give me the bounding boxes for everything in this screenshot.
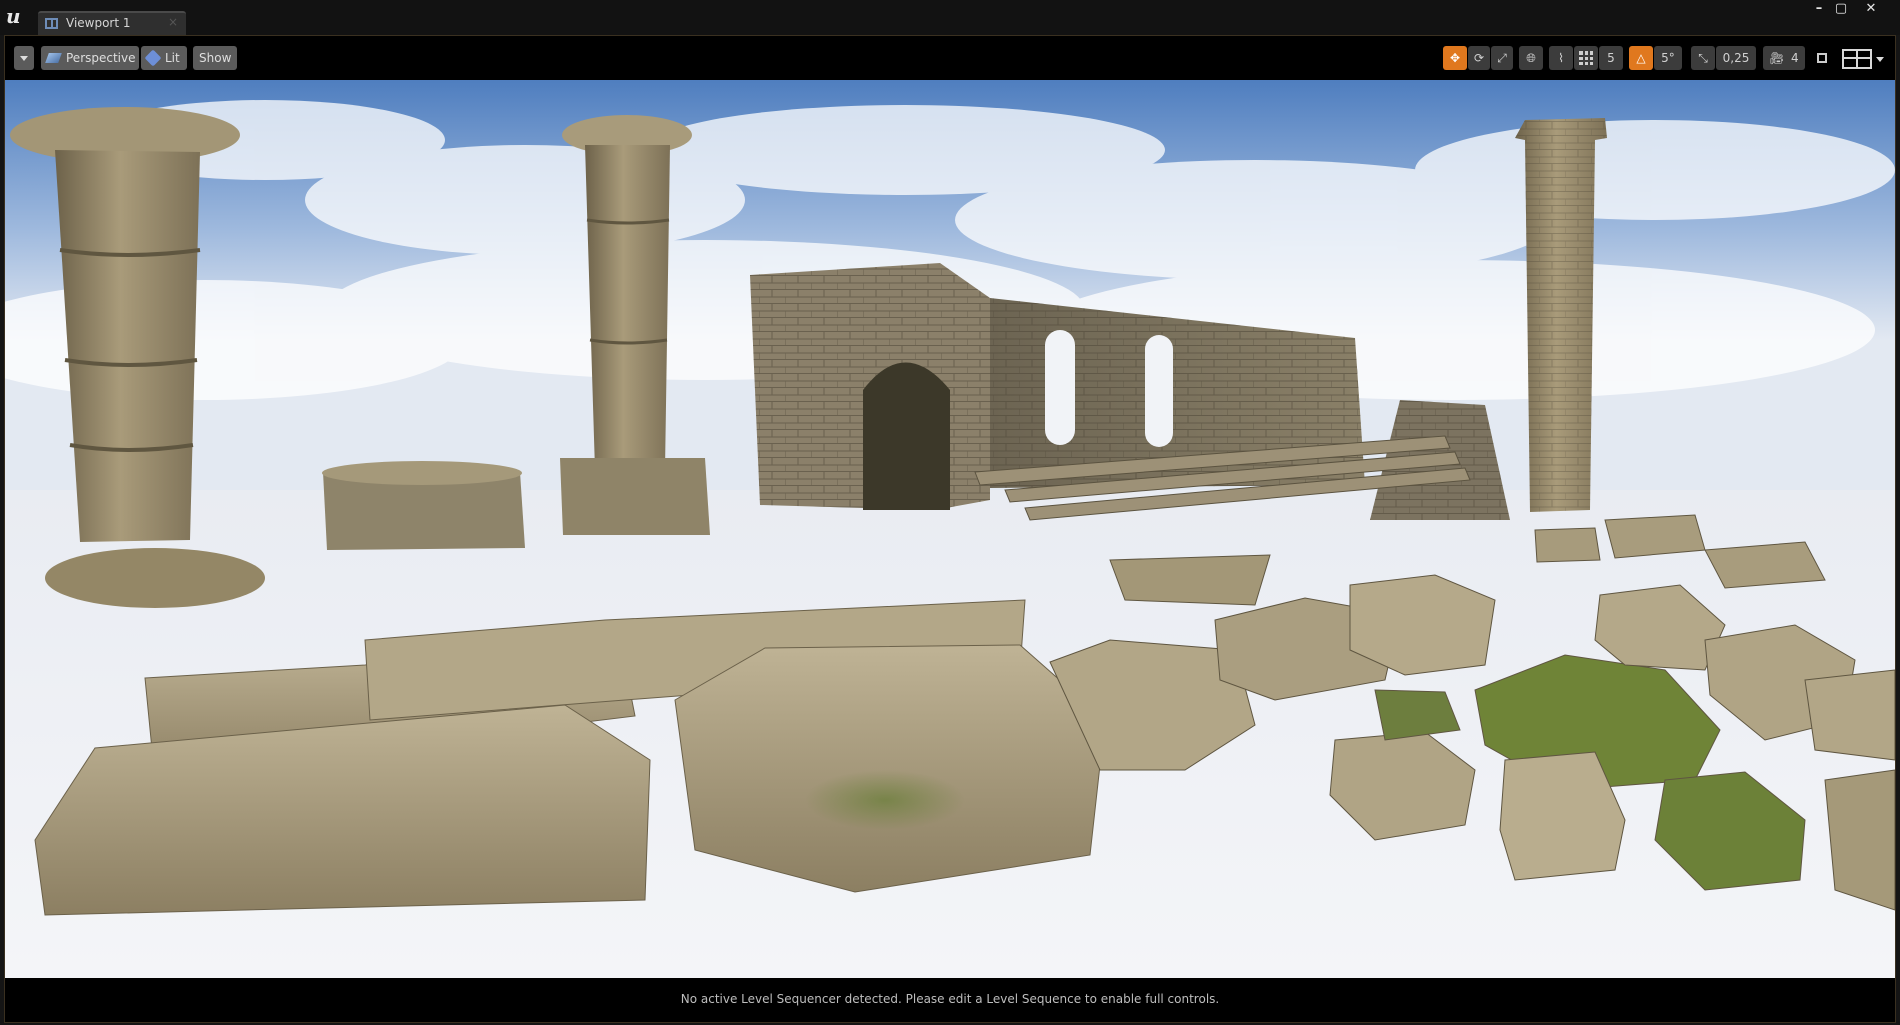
scene-render xyxy=(5,80,1895,978)
scale-snap-toggle[interactable]: ⤡ xyxy=(1691,46,1715,70)
tab-label: Viewport 1 xyxy=(66,16,131,30)
unreal-logo-icon: u xyxy=(6,4,21,28)
lit-mode-icon xyxy=(144,49,162,67)
lit-label: Lit xyxy=(165,51,180,65)
rotation-snap-icon: △ xyxy=(1636,51,1646,65)
perspective-button[interactable]: Perspective xyxy=(41,46,139,70)
rotate-tool-button[interactable]: ⟳ xyxy=(1468,46,1490,70)
viewport-layout-icon[interactable] xyxy=(1842,49,1872,69)
camera-speed-icon: 🎥︎ xyxy=(1769,51,1785,65)
status-bar: No active Level Sequencer detected. Plea… xyxy=(5,978,1895,1022)
viewport-scene[interactable] xyxy=(5,80,1895,978)
maximize-button[interactable]: ▢ xyxy=(1830,1,1852,17)
rotation-snap-toggle[interactable]: △ xyxy=(1629,46,1653,70)
rotation-snap-value[interactable]: 5° xyxy=(1654,46,1682,70)
grid-icon xyxy=(1579,51,1593,65)
camera-speed-button[interactable]: 🎥︎ 4 xyxy=(1763,46,1805,70)
scale-snap-icon: ⤡ xyxy=(1698,51,1708,65)
layout-dropdown-icon[interactable] xyxy=(1876,57,1884,62)
perspective-icon xyxy=(45,53,62,63)
scale-tool-button[interactable]: ⤢ xyxy=(1491,46,1513,70)
surface-snapping-button[interactable]: ⌇ xyxy=(1549,46,1573,70)
level-sequencer-status: No active Level Sequencer detected. Plea… xyxy=(680,992,1220,1006)
maximize-viewport-icon[interactable] xyxy=(1817,53,1827,63)
show-button[interactable]: Show xyxy=(193,46,237,70)
tab-viewport-1[interactable]: Viewport 1 × xyxy=(38,11,186,35)
viewport-icon xyxy=(45,18,58,29)
scale-icon: ⤢ xyxy=(1497,51,1507,65)
camera-speed-value: 4 xyxy=(1791,51,1799,65)
scale-snap-value[interactable]: 0,25 xyxy=(1716,46,1756,70)
show-label: Show xyxy=(199,51,232,65)
perspective-label: Perspective xyxy=(66,51,136,65)
lit-button[interactable]: Lit xyxy=(141,46,187,70)
rotate-icon: ⟳ xyxy=(1473,51,1485,65)
globe-icon: 🌐︎ xyxy=(1526,51,1536,65)
grid-snap-value[interactable]: 5 xyxy=(1599,46,1623,70)
translate-tool-button[interactable]: ✥ xyxy=(1443,46,1467,70)
minimize-button[interactable]: – xyxy=(1808,1,1830,17)
tab-close-icon[interactable]: × xyxy=(168,15,178,29)
viewport-toolbar: Perspective Lit Show ✥ ⟳ ⤢ 🌐︎ ⌇ 5 △ 5° ⤡… xyxy=(5,36,1895,80)
surface-snap-icon: ⌇ xyxy=(1558,51,1564,65)
translate-icon: ✥ xyxy=(1449,51,1461,65)
viewport-options-button[interactable] xyxy=(14,46,34,70)
title-bar: u Viewport 1 × – ▢ ✕ xyxy=(0,0,1900,35)
close-button[interactable]: ✕ xyxy=(1860,1,1882,17)
grid-snap-toggle[interactable] xyxy=(1574,46,1598,70)
world-local-toggle[interactable]: 🌐︎ xyxy=(1519,46,1543,70)
